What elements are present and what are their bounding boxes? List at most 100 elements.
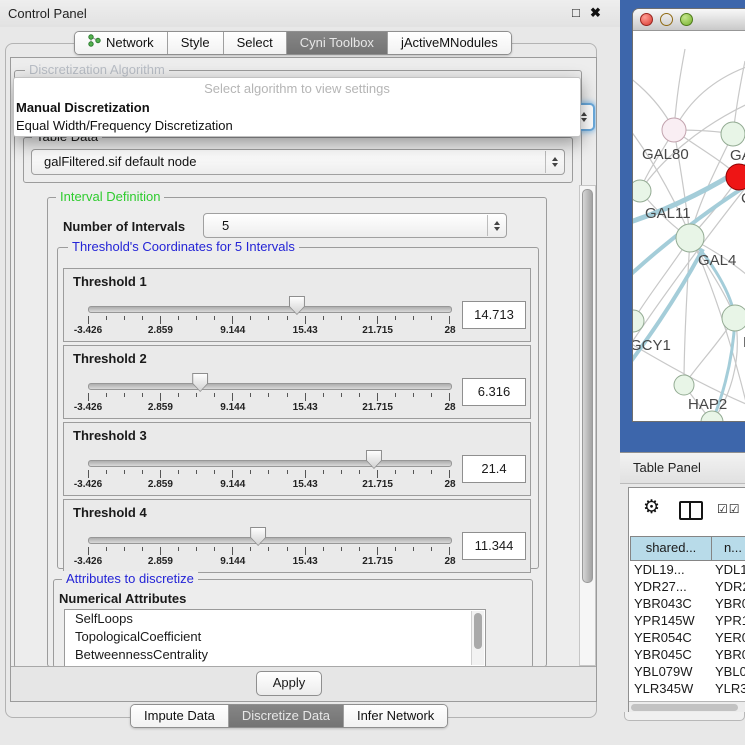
attributes-list-scrollbar[interactable] (471, 611, 484, 665)
table-row[interactable]: YBR045C YBR0... (629, 646, 745, 663)
threshold-value-field[interactable]: 14.713 (462, 301, 526, 329)
cell-shared-name[interactable]: YPR145W (634, 612, 695, 629)
table-row[interactable]: YPR145W YPR1... (629, 612, 745, 629)
select-columns-checkbox-icons[interactable]: ☑☑ (717, 502, 741, 516)
table-row[interactable]: YDR27... YDR2... (629, 578, 745, 595)
network-node-gcy1[interactable] (633, 310, 644, 332)
cell-name[interactable]: YPR1... (715, 612, 745, 629)
tab-infer-network[interactable]: Infer Network (343, 705, 447, 727)
table-row[interactable]: YLR345W YLR3... (629, 680, 745, 697)
network-node-gal11[interactable] (633, 180, 651, 202)
dropdown-placeholder-item[interactable]: Select algorithm to view settings (14, 78, 580, 99)
scrollbar-thumb[interactable] (582, 189, 593, 583)
table-panel: ⚙ ☑☑ shared... n... YDL19...YDL1...YDR27… (628, 487, 745, 714)
cell-shared-name[interactable]: YER054C (634, 629, 692, 646)
number-of-intervals-combobox[interactable]: 5 (203, 213, 507, 238)
numerical-attributes-label: Numerical Attributes (59, 591, 186, 606)
combobox-stepper-icon[interactable] (487, 215, 505, 236)
table-row[interactable]: YBL079W YBL0... (629, 663, 745, 680)
cell-name[interactable]: YBR0... (715, 646, 745, 663)
network-view-window: GAL80GACGAL11GAL4GCY1HHAP2 (632, 8, 745, 422)
tab-label: Network (106, 32, 154, 54)
network-node-ga[interactable] (721, 122, 745, 146)
apply-button[interactable]: Apply (256, 671, 322, 696)
thresholds-group: Threshold's Coordinates for 5 Intervals … (57, 247, 539, 569)
app: Control Panel □ ✖ Network StyleSelect Cyni… (0, 0, 745, 745)
tab-discretize-data[interactable]: Discretize Data (228, 705, 343, 727)
content-scrollbar[interactable] (579, 185, 596, 666)
network-graph[interactable]: GAL80GACGAL11GAL4GCY1HHAP2 (633, 31, 745, 421)
cell-shared-name[interactable]: YBL079W (634, 663, 693, 680)
threshold-slider[interactable] (88, 383, 452, 390)
cell-name[interactable]: YDL1... (715, 561, 745, 578)
slider-ticks (88, 547, 450, 555)
tab-network[interactable]: Network (75, 32, 167, 54)
cell-shared-name[interactable]: YBR045C (634, 646, 692, 663)
threshold-slider[interactable] (88, 460, 452, 467)
dropdown-option-manual-discretization[interactable]: Manual Discretization (14, 99, 580, 117)
float-window-icon[interactable]: □ (572, 5, 580, 20)
split-columns-icon[interactable] (679, 501, 703, 520)
tick-label: 21.715 (362, 325, 393, 336)
panel-title: Control Panel (8, 6, 87, 21)
network-canvas[interactable]: GAL80GACGAL11GAL4GCY1HHAP2 (633, 31, 745, 422)
tab-jactivemnodules[interactable]: jActiveMNodules (387, 32, 511, 54)
close-traffic-light-icon[interactable] (640, 13, 653, 26)
network-node-gal4[interactable] (676, 224, 704, 252)
table-data-combobox[interactable]: galFiltered.sif default node (31, 149, 565, 175)
column-header-name[interactable]: n... (711, 536, 745, 561)
dropdown-option-equal-width-frequency-discretization[interactable]: Equal Width/Frequency Discretization (14, 117, 580, 135)
number-of-intervals-label: Number of Intervals (63, 219, 185, 234)
attribute-item-topologicalcoefficient[interactable]: TopologicalCoefficient (65, 628, 485, 646)
attribute-item-selfloops[interactable]: SelfLoops (65, 610, 485, 628)
gear-icon[interactable]: ⚙ (643, 498, 660, 517)
slider-tick-labels: -3.4262.8599.14415.4321.71528 (88, 402, 450, 414)
minimize-traffic-light-icon[interactable] (660, 13, 673, 26)
table-row[interactable]: YDL19... YDL1... (629, 561, 745, 578)
zoom-traffic-light-icon[interactable] (680, 13, 693, 26)
tab-select[interactable]: Select (223, 32, 286, 54)
threshold-value-field[interactable]: 21.4 (462, 455, 526, 483)
cell-name[interactable]: YER0... (715, 629, 745, 646)
group-label-discretization-algorithm: Discretization Algorithm (25, 62, 169, 77)
control-panel-titlebar: Control Panel □ ✖ (0, 0, 620, 27)
control-panel-tabs: Network StyleSelect Cyni Toolbox jActiveMNo… (74, 31, 512, 55)
node-label: GAL4 (698, 252, 736, 269)
network-node-gal80[interactable] (662, 118, 686, 142)
tick-label: 9.144 (220, 402, 245, 413)
threshold-value-field[interactable]: 6.316 (462, 378, 526, 406)
cell-name[interactable]: YBL0... (715, 663, 745, 680)
attribute-item-betweennesscentrality[interactable]: BetweennessCentrality (65, 646, 485, 664)
combobox-stepper-icon[interactable] (545, 151, 563, 173)
cell-shared-name[interactable]: YLR345W (634, 680, 693, 697)
tab-label: Cyni Toolbox (300, 32, 374, 54)
cell-shared-name[interactable]: YBR043C (634, 595, 692, 612)
cell-name[interactable]: YDR2... (715, 578, 745, 595)
close-icon[interactable]: ✖ (590, 5, 601, 21)
tick-label: 15.43 (293, 479, 318, 490)
network-window-titlebar[interactable] (633, 9, 745, 31)
cell-shared-name[interactable]: YDR27... (634, 578, 687, 595)
scrollbar-thumb[interactable] (474, 613, 482, 649)
cell-name[interactable]: YBR0... (715, 595, 745, 612)
tab-cyni-toolbox[interactable]: Cyni Toolbox (286, 32, 387, 54)
threshold-slider[interactable] (88, 306, 452, 313)
cell-shared-name[interactable]: YDL19... (634, 561, 685, 578)
numerical-attributes-list[interactable]: SelfLoopsTopologicalCoefficientBetweenne… (64, 609, 486, 667)
tick-label: -3.426 (74, 402, 102, 413)
tick-label: 15.43 (293, 402, 318, 413)
network-node-hap2[interactable] (674, 375, 694, 395)
threshold-value-field[interactable]: 11.344 (462, 532, 526, 560)
table-row[interactable]: YBR043C YBR0... (629, 595, 745, 612)
tab-label: Impute Data (144, 705, 215, 727)
tick-label: 2.859 (148, 325, 173, 336)
scrollbar-thumb[interactable] (631, 704, 738, 711)
cell-name[interactable]: YLR3... (715, 680, 745, 697)
tab-style[interactable]: Style (167, 32, 223, 54)
network-node-h[interactable] (722, 305, 745, 331)
threshold-slider[interactable] (88, 537, 452, 544)
tick-label: 28 (444, 479, 455, 490)
table-row[interactable]: YER054C YER0... (629, 629, 745, 646)
tab-impute-data[interactable]: Impute Data (131, 705, 228, 727)
column-header-shared-name[interactable]: shared... (630, 536, 712, 561)
